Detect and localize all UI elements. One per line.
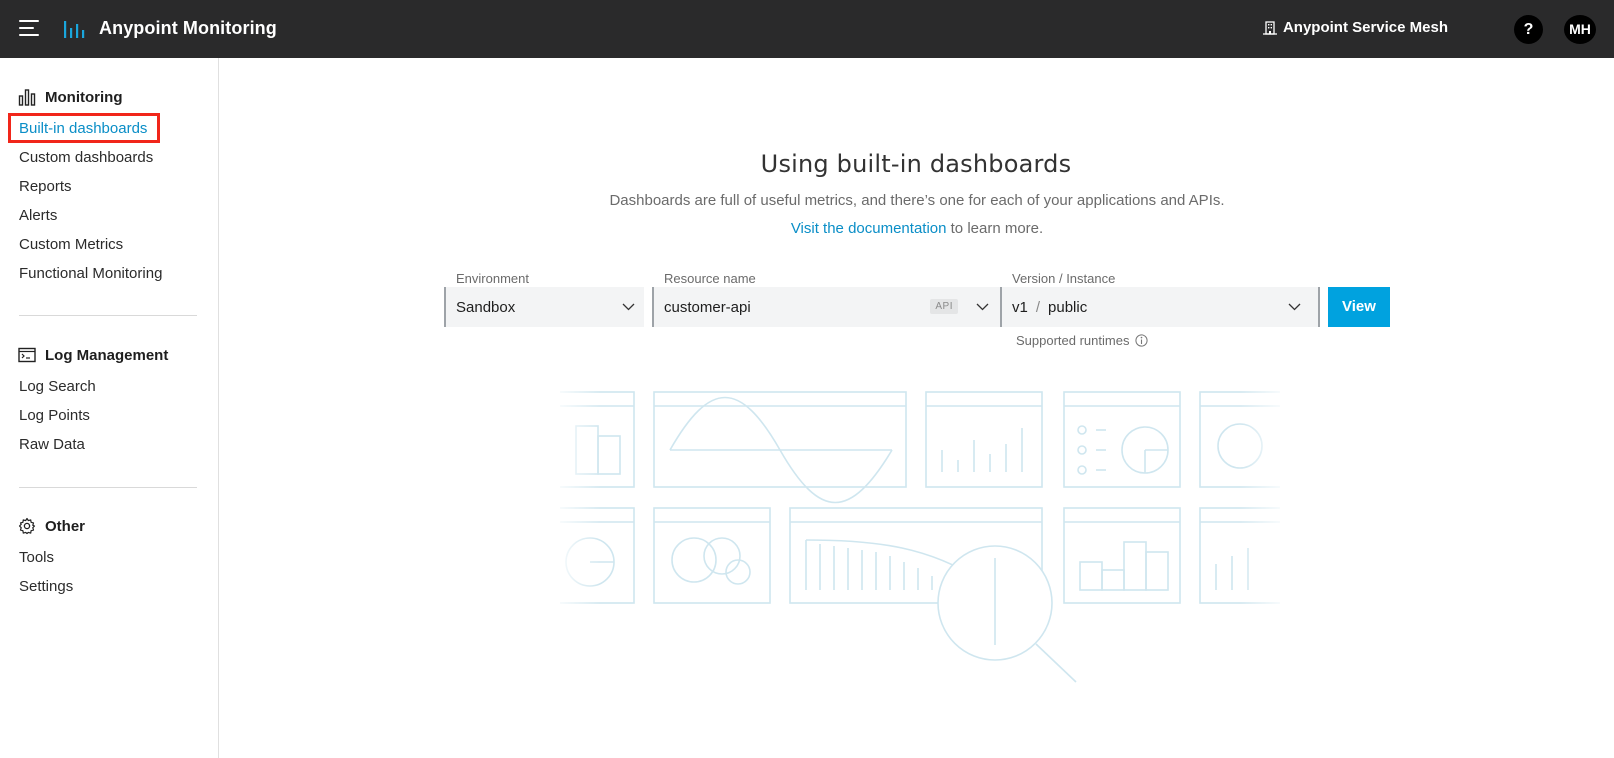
user-avatar[interactable]: MH — [1564, 15, 1596, 44]
version-separator: / — [1035, 298, 1041, 316]
documentation-suffix: to learn more. — [946, 220, 1044, 237]
environment-value: Sandbox — [456, 298, 516, 316]
api-badge: API — [930, 299, 958, 314]
sidebar-section-title: Monitoring — [45, 88, 123, 106]
terminal-icon — [18, 347, 36, 363]
sidebar-item-tools[interactable]: Tools — [19, 549, 54, 567]
sidebar-section-title: Other — [45, 517, 86, 535]
version-value: v1 — [1012, 298, 1028, 316]
app-title: Anypoint Monitoring — [99, 18, 277, 38]
service-mesh-link[interactable]: Anypoint Service Mesh — [1262, 19, 1448, 36]
resource-label: Resource name — [664, 271, 756, 286]
building-icon — [1262, 20, 1277, 35]
sidebar-section-log-management: Log Management — [18, 346, 168, 364]
chevron-down-icon — [1288, 303, 1301, 311]
supported-runtimes-label: Supported runtimes — [1016, 333, 1130, 348]
sidebar-item-custom-dashboards[interactable]: Custom dashboards — [19, 149, 153, 167]
sidebar-section-monitoring: Monitoring — [18, 88, 122, 106]
documentation-link[interactable]: Visit the documentation — [791, 220, 947, 237]
dashboard-illustration — [560, 380, 1280, 690]
sidebar-section-title: Log Management — [45, 346, 169, 364]
version-select[interactable]: v1 / public — [1000, 287, 1320, 327]
sidebar-item-custom-metrics[interactable]: Custom Metrics — [19, 236, 123, 254]
select-end-border — [1318, 287, 1320, 327]
hamburger-menu-icon[interactable] — [19, 20, 39, 36]
top-bar: Anypoint Monitoring Anypoint Service Mes… — [0, 0, 1614, 58]
version-label: Version / Instance — [1012, 271, 1116, 286]
resource-value: customer-api — [664, 298, 751, 316]
sidebar-section-other: Other — [18, 517, 85, 535]
sidebar-item-functional-monitoring[interactable]: Functional Monitoring — [19, 265, 162, 283]
sidebar-item-settings[interactable]: Settings — [19, 578, 73, 596]
page-description: Dashboards are full of useful metrics, a… — [609, 192, 1225, 209]
sidebar-divider — [19, 487, 197, 488]
resource-select[interactable]: customer-api API — [652, 287, 1000, 327]
sidebar-item-log-search[interactable]: Log Search — [19, 378, 96, 396]
page-title: Using built-in dashboards — [760, 150, 1072, 178]
help-button[interactable]: ? — [1514, 15, 1543, 44]
environment-label: Environment — [456, 271, 529, 286]
sidebar-item-log-points[interactable]: Log Points — [19, 407, 90, 425]
sidebar-item-built-in-dashboards[interactable]: Built-in dashboards — [19, 120, 147, 138]
gear-icon — [18, 517, 36, 535]
supported-runtimes: Supported runtimes — [1016, 333, 1149, 348]
sidebar-item-reports[interactable]: Reports — [19, 178, 72, 196]
sidebar: Monitoring Built-in dashboards Custom da… — [0, 58, 219, 758]
info-icon[interactable] — [1135, 334, 1149, 347]
chevron-down-icon — [976, 303, 989, 311]
bar-chart-icon — [18, 89, 36, 106]
chevron-down-icon — [622, 303, 635, 311]
bar-chart-logo-icon — [64, 21, 85, 38]
sidebar-item-raw-data[interactable]: Raw Data — [19, 436, 85, 454]
sidebar-divider — [19, 315, 197, 316]
instance-value: public — [1048, 298, 1088, 316]
sidebar-item-alerts[interactable]: Alerts — [19, 207, 57, 225]
view-button[interactable]: View — [1328, 287, 1390, 327]
documentation-line: Visit the documentation to learn more. — [600, 220, 1234, 237]
service-mesh-label: Anypoint Service Mesh — [1282, 19, 1448, 36]
environment-select[interactable]: Sandbox — [444, 287, 644, 327]
